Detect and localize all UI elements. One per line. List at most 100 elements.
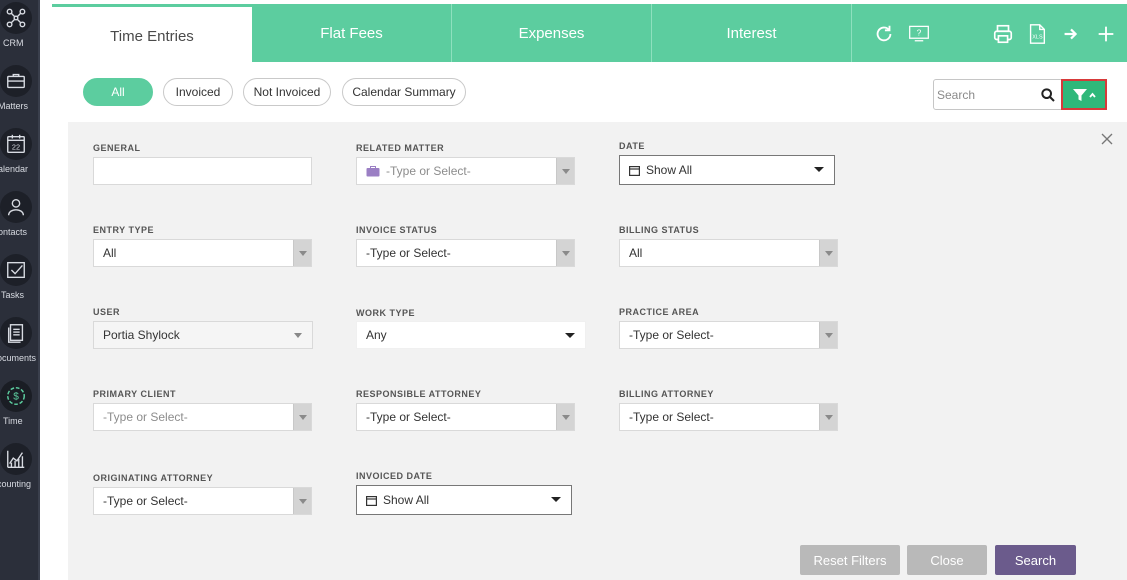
billing-attorney-label: BILLING ATTORNEY	[619, 389, 714, 399]
tab-label: Flat Fees	[320, 24, 383, 42]
rail-item-crm[interactable]: CRM	[0, 2, 40, 62]
help-icon[interactable]: ?	[906, 22, 932, 46]
rail-divider	[38, 0, 40, 580]
rail-item-contacts[interactable]: ontacts	[0, 191, 40, 251]
svg-text:22: 22	[12, 143, 20, 152]
responsible-attorney-value: -Type or Select-	[366, 410, 451, 424]
rail-label: alendar	[0, 164, 29, 174]
tab-label: Expenses	[518, 24, 585, 42]
invoice-status-label: INVOICE STATUS	[356, 225, 438, 235]
search-input[interactable]	[937, 86, 1037, 104]
time-money-icon: $	[0, 380, 32, 412]
pill-all[interactable]: All	[83, 78, 153, 106]
general-input[interactable]	[93, 157, 312, 185]
work-type-select[interactable]: Any	[356, 321, 586, 349]
invoiced-date-value: Show All	[383, 493, 430, 507]
billing-attorney-select[interactable]: -Type or Select-	[619, 403, 838, 431]
pill-not-invoiced[interactable]: Not Invoiced	[243, 78, 331, 106]
chevron-down-icon[interactable]	[556, 158, 574, 184]
responsible-attorney-select[interactable]: -Type or Select-	[356, 403, 575, 431]
chevron-down-icon[interactable]	[556, 240, 574, 266]
tab-flat-fees[interactable]: Flat Fees	[252, 4, 452, 62]
rail-item-time[interactable]: $ Time	[0, 380, 40, 440]
chevron-down-icon[interactable]	[819, 404, 837, 430]
rail-item-tasks[interactable]: Tasks	[0, 254, 40, 314]
rail-label: Matters	[0, 101, 29, 111]
general-label: GENERAL	[93, 143, 141, 153]
date-select[interactable]: Show All	[619, 155, 835, 185]
practice-area-select[interactable]: -Type or Select-	[619, 321, 838, 349]
rail-label: Tasks	[1, 290, 25, 300]
tab-bar: Time Entries Flat Fees Expenses Interest…	[52, 4, 1127, 63]
rail-item-matters[interactable]: Matters	[0, 65, 40, 125]
originating-attorney-select[interactable]: -Type or Select-	[93, 487, 312, 515]
billing-status-select[interactable]: All	[619, 239, 838, 267]
entry-type-value: All	[103, 246, 117, 260]
close-icon[interactable]	[1100, 132, 1114, 146]
work-type-value: Any	[366, 328, 387, 342]
chevron-down-icon[interactable]	[819, 240, 837, 266]
related-matter-placeholder: -Type or Select-	[386, 164, 471, 178]
accounting-chart-icon	[0, 443, 32, 475]
calendar-icon: 22	[0, 128, 32, 160]
tab-time-entries[interactable]: Time Entries	[52, 7, 252, 63]
work-type-label: WORK TYPE	[356, 308, 416, 318]
date-label: DATE	[619, 141, 645, 151]
chevron-down-icon[interactable]	[556, 404, 574, 430]
svg-text:$: $	[13, 392, 19, 403]
chevron-down-icon[interactable]	[293, 488, 311, 514]
pill-label: Calendar Summary	[352, 85, 456, 99]
briefcase-icon	[366, 165, 380, 176]
rail-label: ocuments	[0, 353, 37, 363]
invoice-status-value: -Type or Select-	[366, 246, 451, 260]
tasks-icon	[0, 254, 32, 286]
chevron-down-icon	[565, 333, 575, 338]
primary-client-placeholder: -Type or Select-	[103, 410, 188, 424]
calendar-icon	[629, 165, 640, 176]
reset-filters-button[interactable]: Reset Filters	[800, 545, 900, 575]
rail-item-calendar[interactable]: 22 alendar	[0, 128, 40, 188]
entry-type-select[interactable]: All	[93, 239, 312, 267]
chevron-down-icon[interactable]	[293, 240, 311, 266]
pill-calendar-summary[interactable]: Calendar Summary	[342, 78, 466, 106]
print-icon[interactable]	[991, 22, 1015, 46]
tab-label: Time Entries	[110, 27, 194, 45]
primary-client-select[interactable]: -Type or Select-	[93, 403, 312, 431]
rail-label: counting	[0, 479, 32, 489]
invoiced-date-select[interactable]: Show All	[356, 485, 572, 515]
button-label: Reset Filters	[813, 552, 887, 568]
close-button[interactable]: Close	[907, 545, 987, 575]
filter-toggle-button[interactable]	[1061, 79, 1107, 110]
chevron-down-icon[interactable]	[293, 404, 311, 430]
chevron-down-icon	[294, 333, 302, 338]
pill-invoiced[interactable]: Invoiced	[163, 78, 233, 106]
add-icon[interactable]	[1094, 22, 1118, 46]
responsible-attorney-label: RESPONSIBLE ATTORNEY	[356, 389, 482, 399]
originating-attorney-value: -Type or Select-	[103, 494, 188, 508]
practice-area-value: -Type or Select-	[629, 328, 714, 342]
button-label: Search	[1014, 552, 1057, 568]
export-xls-icon[interactable]: XLS	[1025, 22, 1049, 46]
rail-item-documents[interactable]: ocuments	[0, 317, 40, 377]
rail-label: ontacts	[0, 227, 28, 237]
search-icon[interactable]	[1040, 87, 1056, 103]
originating-attorney-label: ORIGINATING ATTORNEY	[93, 473, 214, 483]
invoiced-date-label: INVOICED DATE	[356, 471, 433, 481]
practice-area-label: PRACTICE AREA	[619, 307, 700, 317]
search-button[interactable]: Search	[995, 545, 1076, 575]
crm-network-icon	[0, 2, 32, 34]
related-matter-select[interactable]: -Type or Select-	[356, 157, 575, 185]
user-select[interactable]: Portia Shylock	[93, 321, 313, 349]
invoice-status-select[interactable]: -Type or Select-	[356, 239, 575, 267]
user-label: USER	[93, 307, 121, 317]
rail-item-accounting[interactable]: counting	[0, 443, 40, 503]
tab-interest[interactable]: Interest	[652, 4, 852, 62]
contacts-icon	[0, 191, 32, 223]
pill-label: All	[111, 85, 125, 99]
refresh-icon[interactable]	[872, 22, 896, 46]
entry-type-label: ENTRY TYPE	[93, 225, 155, 235]
tab-expenses[interactable]: Expenses	[452, 4, 652, 62]
chevron-down-icon	[551, 497, 561, 502]
chevron-down-icon[interactable]	[819, 322, 837, 348]
arrow-right-icon[interactable]	[1059, 22, 1083, 46]
